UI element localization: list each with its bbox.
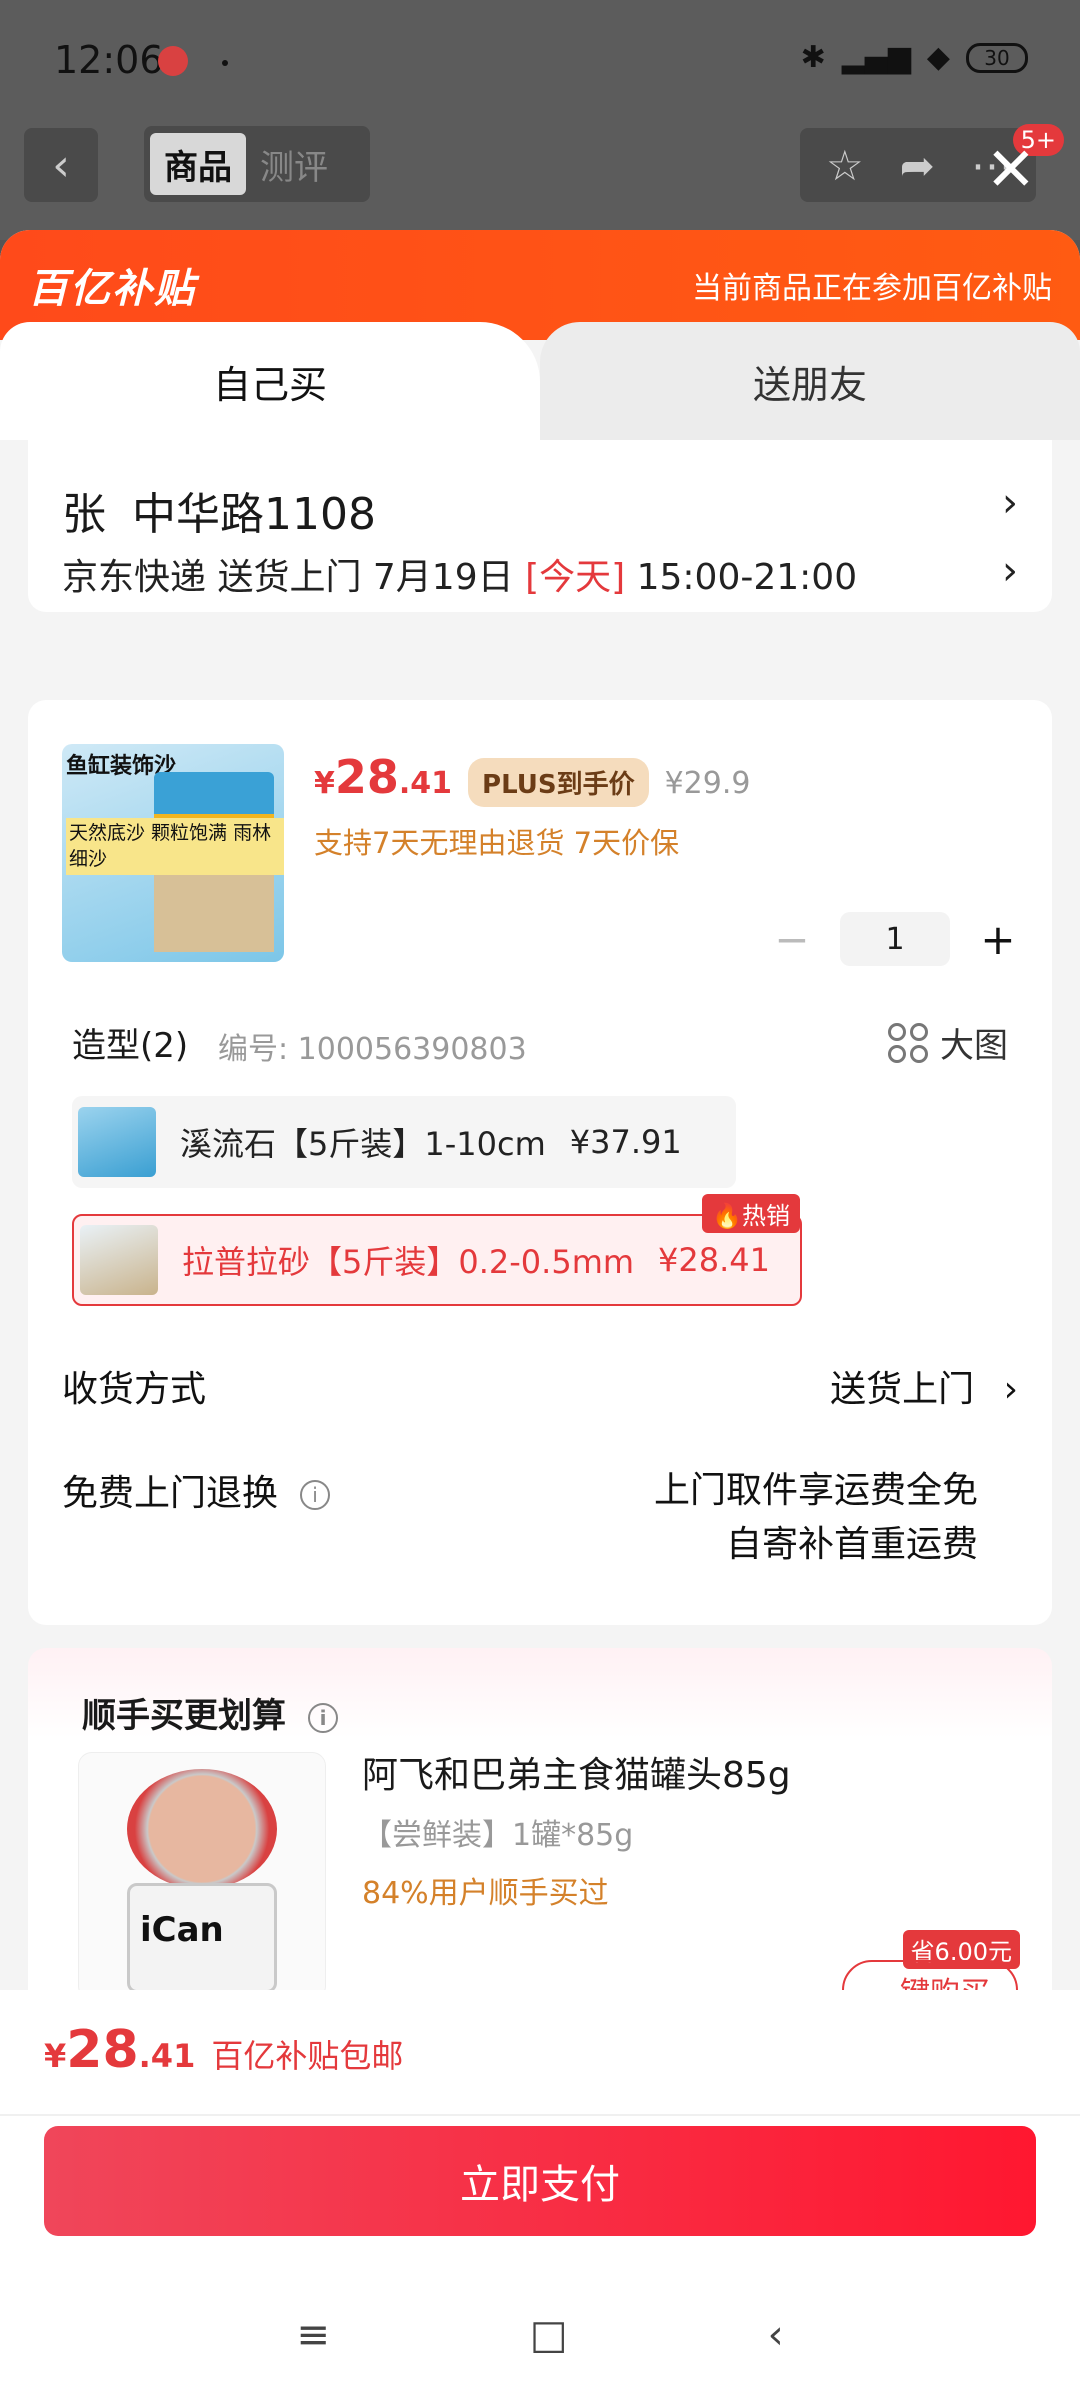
checkout-bar: ¥28.41 百亿补贴包邮 立即支付 ≡ □ ‹	[0, 1990, 1080, 2400]
delivery-method-label: 收货方式	[62, 1369, 207, 1410]
plus-price-tag: PLUS到手价	[468, 758, 649, 807]
tab-gift-friend[interactable]: 送朋友	[540, 322, 1080, 440]
original-price: ¥29.9	[664, 766, 751, 801]
shipping-today: [今天]	[525, 557, 626, 598]
wifi-icon: ◆	[926, 40, 950, 75]
subsidy-note: 当前商品正在参加百亿补贴	[692, 271, 1052, 306]
service-guarantee: 支持7天无理由退货 7天价保	[314, 826, 680, 860]
grid-icon	[888, 1022, 928, 1063]
share-icon[interactable]: ➦	[900, 141, 935, 190]
variant-option-selected[interactable]: 拉普拉砂【5斤装】0.2-0.5mm ¥28.41 🔥热销	[72, 1194, 802, 1306]
fire-icon: 🔥	[712, 1202, 742, 1230]
hot-sale-badge: 🔥热销	[702, 1194, 800, 1233]
product-code: 编号: 100056390803	[218, 1032, 527, 1067]
address-line: 张中华路1108	[62, 478, 402, 542]
product-image[interactable]: 鱼缸装饰沙 天然底沙 颗粒饱满 雨林细沙	[62, 744, 284, 962]
variant-thumb	[78, 1107, 156, 1177]
quantity-stepper: − 1 +	[772, 912, 1018, 966]
status-icons: ✱ ▂▄▆ ◆ 30	[801, 40, 1028, 75]
home-icon[interactable]: □	[530, 2312, 568, 2372]
cat-food-can-label: iCan	[127, 1883, 277, 1990]
product-image-tag: 天然底沙 颗粒饱满 雨林细沙	[66, 818, 284, 876]
recommend-percent: 84%用户顺手买过	[362, 1876, 609, 1911]
recommend-spec: 【尝鲜装】1罐*85g	[362, 1818, 634, 1853]
subsidy-logo: 百亿补贴	[28, 266, 196, 312]
free-return-value: 上门取件享运费全免 自寄补首重运费	[654, 1464, 978, 1572]
one-click-buy-button[interactable]: 一键购买	[842, 1960, 1018, 1990]
favorite-star-icon[interactable]: ☆	[826, 141, 864, 190]
pay-now-button[interactable]: 立即支付	[44, 2126, 1036, 2236]
recommend-card: 顺手买更划算 i iCan 阿飞和巴弟主食猫罐头85g 【尝鲜装】1罐*85g 8…	[28, 1648, 1052, 1990]
variant-option[interactable]: 溪流石【5斤装】1-10cm ¥37.91	[72, 1096, 736, 1188]
variant-header: 造型(2)	[72, 1026, 189, 1066]
address-chevron-icon[interactable]: ›	[1002, 480, 1018, 526]
back-button[interactable]: ‹	[24, 128, 98, 202]
free-return-label: 免费上门退换 i	[62, 1464, 331, 1516]
product-card: 鱼缸装饰沙 天然底沙 颗粒饱满 雨林细沙 ¥28.41 PLUS到手价 ¥29.…	[28, 700, 1052, 1625]
info-icon[interactable]: i	[300, 1480, 331, 1510]
product-bag-sand	[154, 872, 274, 952]
return-line-2: 自寄补首重运费	[725, 1524, 978, 1565]
shipping-line: 京东快递 送货上门 7月19日 [今天] 15:00-21:00	[62, 548, 857, 600]
receiver-name: 张	[62, 489, 106, 540]
big-image-button[interactable]: 大图	[888, 1018, 1008, 1067]
tab-review[interactable]: 测评	[246, 133, 342, 195]
receiver-street: 中华路1108	[132, 489, 376, 540]
recommend-title: 顺手买更划算 i	[82, 1688, 338, 1737]
notification-dot-icon	[222, 60, 228, 66]
nav-tabs: 商品 测评	[144, 126, 370, 202]
close-icon[interactable]: ✕	[986, 140, 1036, 200]
variant-thumb	[80, 1225, 158, 1295]
divider	[0, 2114, 1080, 2116]
shipping-time: 15:00-21:00	[636, 557, 858, 598]
address-card[interactable]: 张中华路1108 › 京东快递 送货上门 7月19日 [今天] 15:00-21…	[28, 440, 1052, 612]
variant-price: ¥37.91	[569, 1123, 682, 1161]
app-notification-icon	[158, 46, 188, 76]
system-navigation: ≡ □ ‹	[0, 2312, 1080, 2372]
bluetooth-icon: ✱	[800, 40, 826, 75]
price-row: ¥28.41 PLUS到手价 ¥29.9	[314, 750, 750, 807]
buy-tabs: 自己买 送朋友	[0, 322, 1080, 440]
info-icon[interactable]: i	[308, 1702, 338, 1733]
battery-icon: 30	[966, 42, 1028, 73]
variant-label: 溪流石【5斤装】1-10cm	[180, 1125, 546, 1163]
big-image-label: 大图	[940, 1026, 1008, 1066]
shipping-prefix: 京东快递 送货上门 7月19日	[62, 557, 514, 598]
increase-button[interactable]: +	[978, 915, 1018, 964]
subsidy-free-shipping: 百亿补贴包邮	[211, 2037, 404, 2075]
checkout-sheet: 百亿补贴 当前商品正在参加百亿补贴 自己买 送朋友 张中华路1108 › 京东快…	[0, 230, 1080, 1990]
status-time: 12:06	[54, 38, 164, 82]
delivery-method-value[interactable]: 送货上门 ›	[830, 1360, 1018, 1412]
menu-icon[interactable]: ≡	[296, 2312, 330, 2372]
total-price: ¥28.41 百亿补贴包邮	[44, 2020, 404, 2080]
system-back-icon[interactable]: ‹	[768, 2312, 784, 2372]
recommend-name[interactable]: 阿飞和巴弟主食猫罐头85g	[362, 1746, 791, 1798]
recommend-image[interactable]: iCan	[78, 1752, 326, 1990]
product-price: ¥28.41	[314, 750, 453, 804]
return-line-1: 上门取件享运费全免	[653, 1470, 978, 1511]
tab-buy-self[interactable]: 自己买	[0, 322, 540, 440]
quantity-input[interactable]: 1	[840, 912, 950, 966]
cat-food-can-graphic	[127, 1769, 277, 1889]
back-icon: ‹	[52, 139, 70, 191]
variant-label: 拉普拉砂【5斤装】0.2-0.5mm	[182, 1243, 635, 1281]
variant-price: ¥28.41	[658, 1241, 771, 1279]
signal-icon: ▂▄▆	[841, 40, 911, 75]
decrease-button[interactable]: −	[772, 915, 812, 964]
status-bar: 12:06 ✱ ▂▄▆ ◆ 30	[0, 0, 1080, 125]
shipping-chevron-icon[interactable]: ›	[1002, 548, 1018, 594]
delivery-chevron-icon: ›	[1003, 1369, 1018, 1410]
tab-goods[interactable]: 商品	[150, 133, 246, 195]
